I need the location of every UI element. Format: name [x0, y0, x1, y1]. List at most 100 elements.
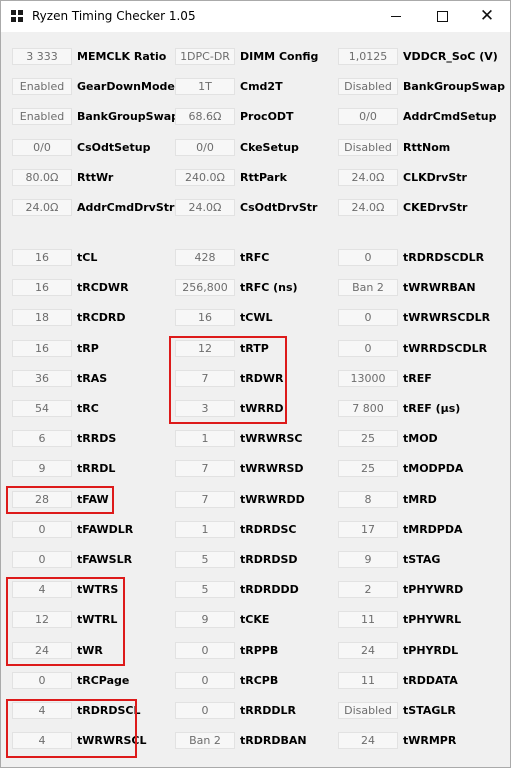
- trrddlr-value-box[interactable]: 0: [175, 702, 235, 719]
- twrrd-value-box[interactable]: 3: [175, 400, 235, 417]
- trdrddd-value-box[interactable]: 5: [175, 581, 235, 599]
- rttwr-value-box[interactable]: 80.0Ω: [12, 168, 72, 186]
- title-bar[interactable]: Ryzen Timing Checker 1.05 ✕: [1, 1, 510, 32]
- tfaw-label: tFAW: [77, 492, 109, 506]
- tref-value-box[interactable]: 13000: [338, 369, 398, 387]
- twrwrdd-value-box[interactable]: 7: [175, 490, 235, 508]
- twrrdscdlr-value-box[interactable]: 0: [338, 339, 398, 357]
- tmod-value-box[interactable]: 25: [338, 430, 398, 448]
- trrds-value-box[interactable]: 6: [12, 430, 72, 448]
- cmd2t-value-box[interactable]: 1T: [175, 78, 235, 96]
- twrwrsc-value-box[interactable]: 1: [175, 430, 235, 448]
- trcpage-value-box[interactable]: 0: [12, 671, 72, 689]
- tmrdpda-label: tMRDPDA: [403, 522, 463, 536]
- trcdrd-label: tRCDRD: [77, 311, 126, 325]
- twtrl-value-box[interactable]: 12: [12, 611, 72, 629]
- tstaglr-value-box[interactable]: Disabled: [338, 702, 398, 719]
- trppb-value-box[interactable]: 0: [175, 641, 235, 659]
- trrdl-value-box[interactable]: 9: [12, 460, 72, 478]
- trcdrd-value-box[interactable]: 18: [12, 309, 72, 327]
- csodtsetup-label: CsOdtSetup: [77, 140, 151, 154]
- csodtdrvstr-value-box[interactable]: 24.0Ω: [175, 199, 235, 216]
- tref-us-value-box[interactable]: 7 800: [338, 400, 398, 417]
- trdrdban-value-box[interactable]: Ban 2: [175, 732, 235, 750]
- trdrdsd-value-box[interactable]: 5: [175, 551, 235, 568]
- dimm-config-value-box[interactable]: 1DPC-DR: [175, 48, 235, 65]
- twr-value-box[interactable]: 24: [12, 641, 72, 659]
- vddcr-soc-v-label: VDDCR_SoC (V): [403, 50, 498, 63]
- ckedrvstr-value-box[interactable]: 24.0Ω: [338, 199, 398, 216]
- tmrd-value-box[interactable]: 8: [338, 490, 398, 508]
- vddcr-soc-v-value-box[interactable]: 1,0125: [338, 48, 398, 65]
- twrwrscdlr-label: tWRWRSCDLR: [403, 311, 491, 325]
- trfc-ns-value-box[interactable]: 256,800: [175, 279, 235, 297]
- tphywrl-value-box[interactable]: 11: [338, 611, 398, 629]
- tfaw-value-box[interactable]: 28: [12, 490, 72, 508]
- trcpb-value-box[interactable]: 0: [175, 671, 235, 689]
- timing-row: 28 tFAW 7 tWRWRDD 8 tMRD: [1, 490, 510, 510]
- timing-row: 24 tWR 0 tRPPB 24 tPHYRDL: [1, 641, 510, 661]
- twrwrscl-value-box[interactable]: 4: [12, 732, 72, 750]
- field-tref: 13000 tREF: [327, 369, 487, 389]
- field-trdrdscl: 4 tRDRDSCL: [1, 701, 161, 721]
- ckesetup-value-box[interactable]: 0/0: [175, 138, 235, 156]
- csodtsetup-value-box[interactable]: 0/0: [12, 138, 72, 156]
- minimize-button[interactable]: [373, 1, 419, 32]
- twrwrban-value-box[interactable]: Ban 2: [338, 279, 398, 297]
- app-window: Ryzen Timing Checker 1.05 ✕ 3 333 MEMCLK …: [0, 0, 511, 768]
- tfawslr-value-box[interactable]: 0: [12, 551, 72, 568]
- tcwl-value-box[interactable]: 16: [175, 309, 235, 327]
- trp-value-box[interactable]: 16: [12, 339, 72, 357]
- trdrdscdlr-value-box[interactable]: 0: [338, 249, 398, 266]
- procodt-value-box[interactable]: 68.6Ω: [175, 108, 235, 126]
- trddata-value-box[interactable]: 11: [338, 671, 398, 689]
- tmodpda-value-box[interactable]: 25: [338, 460, 398, 478]
- trdrdscl-value-box[interactable]: 4: [12, 702, 72, 719]
- geardownmode-value-box[interactable]: Enabled: [12, 78, 72, 96]
- field-tphywrl: 11 tPHYWRL: [327, 610, 487, 630]
- tmrdpda-value-box[interactable]: 17: [338, 520, 398, 538]
- addrcmddrvstr-value-box[interactable]: 24.0Ω: [12, 199, 72, 216]
- trc-value-box[interactable]: 54: [12, 400, 72, 417]
- addrcmdsetup-value-box[interactable]: 0/0: [338, 108, 398, 126]
- tcl-value-box[interactable]: 16: [12, 249, 72, 266]
- field-trcpage: 0 tRCPage: [1, 671, 161, 691]
- field-twrwrban: Ban 2 tWRWRBAN: [327, 278, 487, 298]
- twtrl-label: tWTRL: [77, 613, 118, 627]
- trfc-value-box[interactable]: 428: [175, 249, 235, 266]
- field-tstag: 9 tSTAG: [327, 550, 487, 570]
- addrcmdsetup-label: AddrCmdSetup: [403, 110, 497, 124]
- field-tphywrd: 2 tPHYWRD: [327, 580, 487, 600]
- rttnom-value-box[interactable]: Disabled: [338, 138, 398, 156]
- trfc-ns-label: tRFC (ns): [240, 281, 298, 295]
- tref-us-label: tREF (µs): [403, 402, 461, 415]
- tcke-value-box[interactable]: 9: [175, 611, 235, 629]
- tfawdlr-value-box[interactable]: 0: [12, 520, 72, 538]
- tstag-value-box[interactable]: 9: [338, 551, 398, 568]
- twrmpr-value-box[interactable]: 24: [338, 732, 398, 750]
- clkdrvstr-value-box[interactable]: 24.0Ω: [338, 168, 398, 186]
- tras-value-box[interactable]: 36: [12, 369, 72, 387]
- twrwrban-label: tWRWRBAN: [403, 281, 476, 295]
- trdwr-value-box[interactable]: 7: [175, 369, 235, 387]
- twtrs-value-box[interactable]: 4: [12, 581, 72, 599]
- tphywrd-value-box[interactable]: 2: [338, 581, 398, 599]
- field-tfaw: 28 tFAW: [1, 490, 161, 510]
- twrwrscdlr-value-box[interactable]: 0: [338, 309, 398, 327]
- trtp-value-box[interactable]: 12: [175, 339, 235, 357]
- rttpark-value-box[interactable]: 240.0Ω: [175, 168, 235, 186]
- trrds-label: tRRDS: [77, 432, 117, 446]
- close-button[interactable]: ✕: [464, 1, 510, 32]
- bankgroupswapalt-value-box[interactable]: Enabled: [12, 108, 72, 126]
- tphyrdl-value-box[interactable]: 24: [338, 641, 398, 659]
- tmrd-label: tMRD: [403, 492, 437, 506]
- trdrdsc-value-box[interactable]: 1: [175, 520, 235, 538]
- twrwrsd-value-box[interactable]: 7: [175, 460, 235, 478]
- bankgroupswap-value-box[interactable]: Disabled: [338, 78, 398, 96]
- trcdwr-value-box[interactable]: 16: [12, 279, 72, 297]
- field-twrwrsc: 1 tWRWRSC: [164, 429, 324, 449]
- field-trrdl: 9 tRRDL: [1, 459, 161, 479]
- field-tcl: 16 tCL: [1, 248, 161, 268]
- memclk-ratio-value-box[interactable]: 3 333: [12, 48, 72, 65]
- maximize-button[interactable]: [419, 1, 465, 32]
